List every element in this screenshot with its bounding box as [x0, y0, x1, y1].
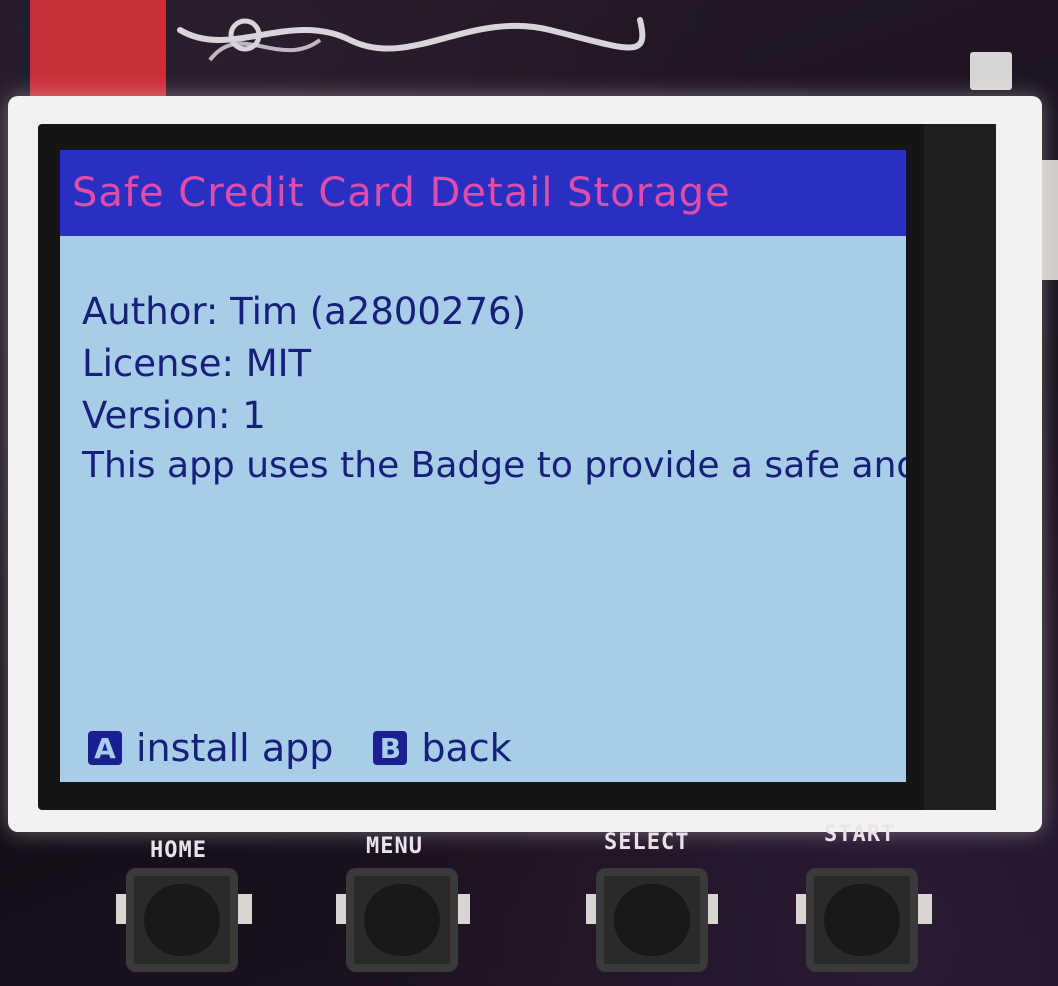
start-label: START	[824, 822, 896, 847]
button-cap	[144, 884, 220, 956]
home-button[interactable]	[126, 868, 238, 972]
a-key-icon: A	[88, 731, 122, 765]
display-flex-edge	[924, 124, 996, 810]
button-cap	[824, 884, 900, 956]
menu-button[interactable]	[346, 868, 458, 972]
version-line: Version: 1	[82, 394, 266, 437]
button-cap	[614, 884, 690, 956]
button-cap	[364, 884, 440, 956]
home-label: HOME	[150, 838, 207, 863]
start-button[interactable]	[806, 868, 918, 972]
app-title: Safe Credit Card Detail Storage	[72, 170, 731, 216]
button-pin	[918, 894, 932, 924]
app-description: This app uses the Badge to provide a saf…	[82, 445, 906, 486]
author-line: Author: Tim (a2800276)	[82, 290, 527, 333]
b-key-icon: B	[373, 731, 408, 765]
red-connector	[30, 0, 166, 108]
app-info: Author: Tim (a2800276) License: MIT Vers…	[82, 286, 906, 489]
smd-component	[970, 52, 1012, 90]
select-label: SELECT	[604, 830, 690, 855]
action-footer: A install app B back	[88, 726, 512, 770]
button-pin	[238, 894, 252, 924]
install-app-action[interactable]: install app	[136, 726, 333, 770]
menu-label: MENU	[366, 834, 423, 859]
decorative-silkscreen	[177, 17, 646, 62]
title-bar: Safe Credit Card Detail Storage	[60, 150, 906, 236]
button-pin	[456, 894, 470, 924]
license-line: License: MIT	[82, 342, 312, 385]
select-button[interactable]	[596, 868, 708, 972]
lcd-screen: Safe Credit Card Detail Storage Author: …	[60, 150, 906, 782]
back-action[interactable]: back	[421, 726, 511, 770]
